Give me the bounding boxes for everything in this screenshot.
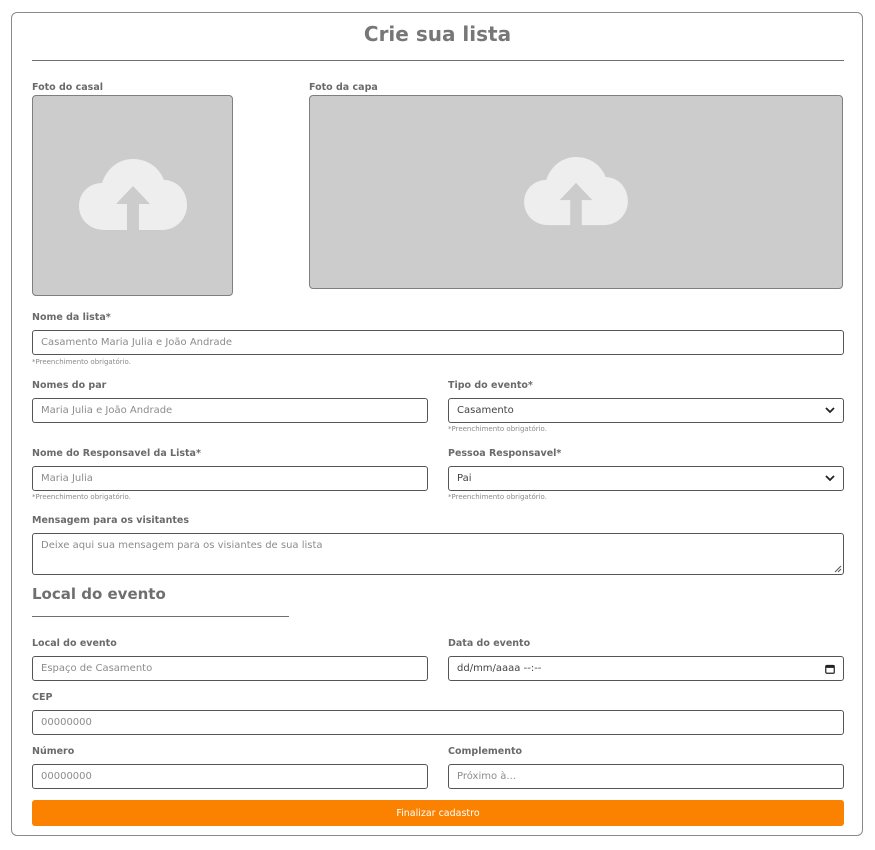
message-label: Mensagem para os visitantes: [32, 515, 189, 526]
list-name-input[interactable]: [32, 330, 844, 355]
cep-label: CEP: [32, 692, 53, 703]
event-type-label: Tipo do evento*: [448, 380, 533, 391]
number-input[interactable]: [32, 764, 428, 789]
responsible-name-input[interactable]: [32, 466, 428, 491]
couple-photo-label: Foto do casal: [32, 82, 104, 93]
responsible-name-label: Nome do Responsavel da Lista*: [32, 448, 201, 459]
list-name-hint: *Preenchimento obrigatório.: [32, 358, 131, 366]
couple-names-input[interactable]: [32, 398, 428, 423]
number-label: Número: [32, 746, 75, 757]
cloud-upload-icon: [524, 156, 628, 227]
cover-photo-label: Foto da capa: [309, 82, 378, 93]
page-title: Crie sua lista: [363, 22, 512, 46]
event-date-input[interactable]: dd/mm/aaaa --:--: [448, 656, 844, 681]
event-type-value: Casamento: [457, 405, 514, 416]
list-name-label: Nome da lista*: [32, 312, 111, 323]
message-textarea[interactable]: [32, 533, 844, 575]
location-section-divider: [32, 616, 289, 617]
venue-input[interactable]: [32, 656, 428, 681]
cloud-upload-icon: [78, 158, 187, 232]
event-type-hint: *Preenchimento obrigatório.: [448, 425, 547, 433]
responsible-name-hint: *Preenchimento obrigatório.: [32, 493, 131, 501]
title-divider: [32, 60, 844, 61]
complement-label: Complemento: [448, 746, 523, 757]
location-section-title: Local do evento: [32, 585, 166, 603]
event-date-label: Data do evento: [448, 638, 531, 649]
responsible-person-hint: *Preenchimento obrigatório.: [448, 493, 547, 501]
complement-input[interactable]: [448, 764, 844, 789]
chevron-down-icon: [825, 407, 835, 414]
responsible-person-value: Pai: [457, 473, 472, 484]
chevron-down-icon: [825, 475, 835, 482]
couple-photo-upload[interactable]: [32, 95, 233, 296]
calendar-icon[interactable]: [825, 664, 835, 674]
cover-photo-upload[interactable]: [309, 95, 843, 289]
responsible-person-label: Pessoa Responsavel*: [448, 448, 562, 459]
cep-input[interactable]: [32, 710, 844, 735]
submit-button[interactable]: Finalizar cadastro: [32, 800, 844, 826]
couple-names-label: Nomes do par: [32, 380, 107, 391]
resize-handle-icon[interactable]: [834, 565, 842, 573]
responsible-person-select[interactable]: Pai: [448, 466, 844, 491]
event-type-select[interactable]: Casamento: [448, 398, 844, 423]
venue-label: Local do evento: [32, 638, 117, 649]
event-date-value: dd/mm/aaaa --:--: [457, 663, 542, 674]
